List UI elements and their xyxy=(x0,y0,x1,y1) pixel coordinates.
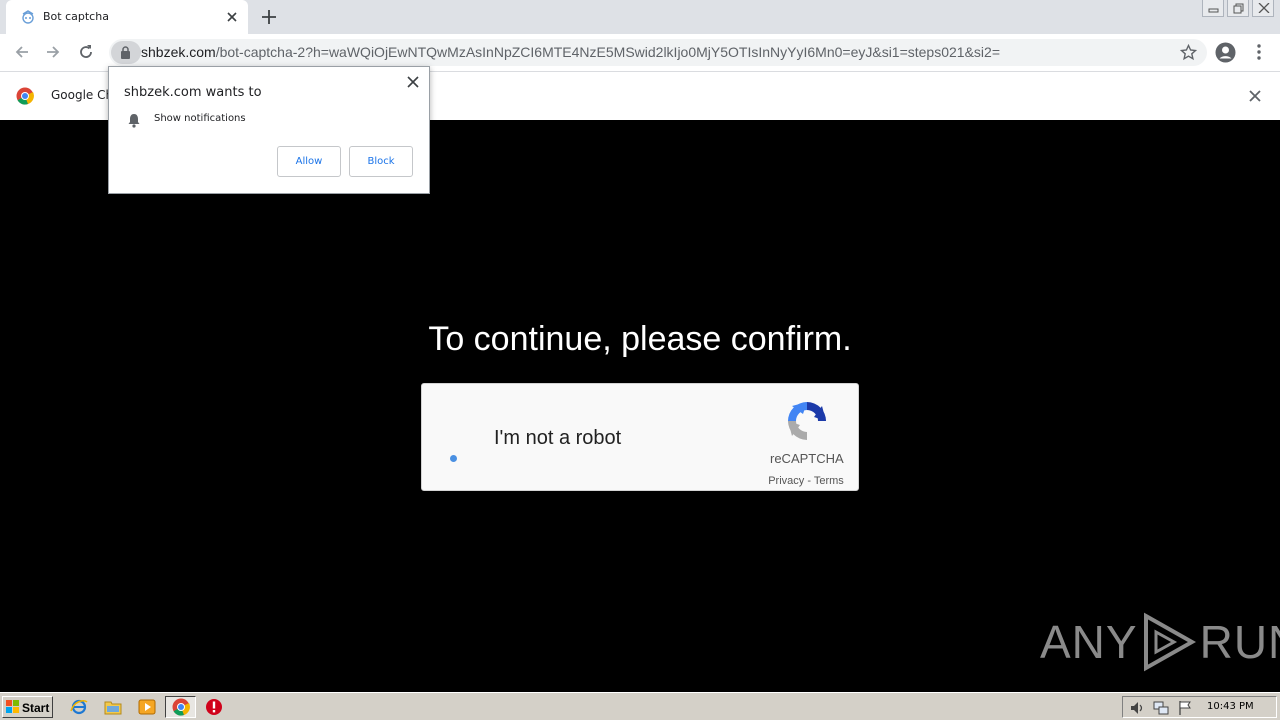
file-explorer-icon[interactable] xyxy=(104,698,122,716)
recaptcha-links: Privacy - Terms xyxy=(760,475,852,487)
windows-logo-icon xyxy=(6,700,19,713)
start-button[interactable]: Start xyxy=(2,696,53,718)
tab-close-icon[interactable] xyxy=(224,9,240,25)
media-player-icon[interactable] xyxy=(138,698,156,716)
reload-icon[interactable] xyxy=(77,43,95,61)
watermark-right-text: RUN xyxy=(1199,616,1280,668)
internet-explorer-icon[interactable] xyxy=(70,698,88,716)
restore-button[interactable] xyxy=(1227,0,1249,17)
start-label: Start xyxy=(22,701,50,715)
chrome-logo-icon xyxy=(16,87,34,105)
restore-icon xyxy=(1233,3,1244,14)
popup-title: shbzek.com wants to xyxy=(124,85,262,100)
stop-sign-icon[interactable] xyxy=(205,698,223,716)
allow-button[interactable]: Allow xyxy=(277,146,341,177)
recaptcha-logo-icon xyxy=(788,402,826,440)
chrome-taskbar-icon xyxy=(172,698,190,716)
links-separator: - xyxy=(804,475,814,487)
play-triangle-icon xyxy=(1143,612,1196,672)
taskbar-chrome-button[interactable] xyxy=(165,696,196,718)
system-clock[interactable]: 10:43 PM xyxy=(1207,701,1254,712)
page-headline: To continue, please confirm. xyxy=(428,320,852,358)
terms-link[interactable]: Terms xyxy=(814,475,844,487)
bot-captcha-favicon-icon xyxy=(22,10,34,24)
infobar-close-icon[interactable] xyxy=(1248,89,1262,103)
network-icon[interactable] xyxy=(1153,700,1169,716)
block-button[interactable]: Block xyxy=(349,146,413,177)
lock-icon xyxy=(121,46,130,59)
close-window-button[interactable] xyxy=(1252,0,1274,17)
recaptcha-brand-text: reCAPTCHA xyxy=(770,451,844,466)
forward-arrow-icon[interactable] xyxy=(44,43,62,61)
permission-text: Show notifications xyxy=(154,113,246,124)
notification-permission-popup: shbzek.com wants to Show notifications A… xyxy=(108,66,430,194)
url-text[interactable]: shbzek.com/bot-captcha-2?h=waWQiOjEwNTQw… xyxy=(141,44,1000,60)
infobar-text: Google Ch xyxy=(51,88,114,102)
page-content: To continue, please confirm. I'm not a r… xyxy=(0,120,1280,692)
close-window-icon xyxy=(1258,3,1270,13)
bookmark-star-icon[interactable] xyxy=(1180,44,1197,61)
tab-title: Bot captcha xyxy=(43,10,109,23)
popup-close-icon[interactable] xyxy=(407,76,419,88)
site-info-button[interactable] xyxy=(111,41,141,64)
windows-taskbar: Start 10:43 PM xyxy=(0,692,1280,720)
recaptcha-widget[interactable]: I'm not a robot reCAPTCHA Privacy - Term… xyxy=(421,383,859,491)
privacy-link[interactable]: Privacy xyxy=(768,475,804,487)
tab-bot-captcha[interactable]: Bot captcha xyxy=(6,0,248,34)
anyrun-watermark: ANY RUN xyxy=(1040,610,1280,674)
minimize-icon xyxy=(1208,8,1219,13)
url-host: shbzek.com xyxy=(141,44,216,60)
profile-avatar-icon[interactable] xyxy=(1215,42,1236,63)
action-center-flag-icon[interactable] xyxy=(1177,700,1193,716)
tab-strip: Bot captcha xyxy=(0,0,1280,34)
kebab-menu-icon[interactable] xyxy=(1251,43,1267,61)
minimize-button[interactable] xyxy=(1202,0,1224,17)
address-bar[interactable]: shbzek.com/bot-captcha-2?h=waWQiOjEwNTQw… xyxy=(109,39,1207,66)
bell-icon xyxy=(128,114,140,128)
window-controls xyxy=(1202,0,1274,18)
system-tray: 10:43 PM xyxy=(1122,696,1277,718)
recaptcha-checkbox[interactable] xyxy=(450,455,457,462)
watermark-left-text: ANY xyxy=(1040,616,1138,668)
back-arrow-icon[interactable] xyxy=(13,43,31,61)
recaptcha-label: I'm not a robot xyxy=(494,427,622,449)
url-path: /bot-captcha-2?h=waWQiOjEwNTQwMzAsInNpZC… xyxy=(215,44,1000,60)
new-tab-plus-icon[interactable] xyxy=(260,8,278,26)
volume-icon[interactable] xyxy=(1129,700,1145,716)
